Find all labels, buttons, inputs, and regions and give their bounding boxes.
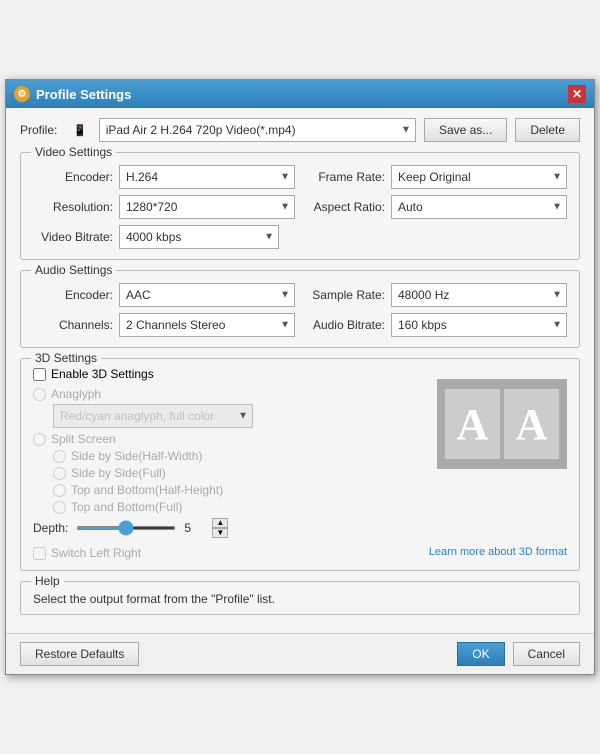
aspect-ratio-select[interactable]: Auto — [391, 195, 567, 219]
cancel-button[interactable]: Cancel — [513, 642, 580, 666]
sample-rate-select[interactable]: 48000 Hz — [391, 283, 567, 307]
side-by-side-half-label: Side by Side(Half-Width) — [71, 449, 202, 463]
sample-rate-row: Sample Rate: 48000 Hz ▼ — [305, 283, 567, 307]
video-bitrate-row: Video Bitrate: 4000 kbps ▼ — [33, 225, 567, 249]
resolution-select-wrap: 1280*720 ▼ — [119, 195, 295, 219]
anaglyph-radio[interactable] — [33, 388, 46, 401]
split-screen-radio[interactable] — [33, 433, 46, 446]
switch-left-right-checkbox[interactable] — [33, 547, 46, 560]
anaglyph-select[interactable]: Red/cyan anaglyph, full color — [53, 404, 253, 428]
frame-rate-select-wrap: Keep Original ▼ — [391, 165, 567, 189]
anaglyph-select-wrap: Red/cyan anaglyph, full color ▼ — [53, 404, 253, 428]
switch-learn-row: Switch Left Right Learn more about 3D fo… — [33, 542, 567, 560]
audio-bitrate-row: Audio Bitrate: 160 kbps ▼ — [305, 313, 567, 337]
audio-encoder-row: Encoder: AAC ▼ — [33, 283, 295, 307]
app-icon: ⚙ — [14, 86, 30, 102]
video-bitrate-label: Video Bitrate: — [33, 230, 113, 244]
depth-spinner: ▲ ▼ — [212, 518, 228, 538]
side-by-side-half-radio[interactable] — [53, 450, 66, 463]
aspect-ratio-label: Aspect Ratio: — [305, 200, 385, 214]
encoder-label: Encoder: — [33, 170, 113, 184]
resolution-label: Resolution: — [33, 200, 113, 214]
main-window: ⚙ Profile Settings ✕ Profile: 📱 iPad Air… — [5, 79, 595, 675]
title-bar-left: ⚙ Profile Settings — [14, 86, 131, 102]
help-title: Help — [31, 574, 64, 588]
aspect-ratio-row: Aspect Ratio: Auto ▼ — [305, 195, 567, 219]
split-screen-label: Split Screen — [51, 432, 116, 446]
audio-bitrate-label: Audio Bitrate: — [305, 318, 385, 332]
3d-settings-section: 3D Settings A A Enable 3D Settings Anagl… — [20, 358, 580, 571]
anaglyph-label: Anaglyph — [51, 387, 101, 401]
learn-more-link[interactable]: Learn more about 3D format — [429, 546, 567, 558]
video-settings-grid: Encoder: H.264 ▼ Frame Rate: Keep Origin… — [33, 165, 567, 219]
audio-bitrate-select[interactable]: 160 kbps — [391, 313, 567, 337]
video-bitrate-select[interactable]: 4000 kbps — [119, 225, 279, 249]
sample-rate-label: Sample Rate: — [305, 288, 385, 302]
3d-preview-box: A A — [437, 379, 567, 469]
enable-3d-checkbox[interactable] — [33, 368, 46, 381]
depth-label: Depth: — [33, 521, 68, 535]
encoder-select[interactable]: H.264 — [119, 165, 295, 189]
side-by-side-full-radio[interactable] — [53, 467, 66, 480]
video-settings-title: Video Settings — [31, 145, 116, 159]
preview-aa-display: A A — [445, 389, 559, 459]
profile-select[interactable]: iPad Air 2 H.264 720p Video(*.mp4) — [99, 118, 416, 142]
audio-encoder-select[interactable]: AAC — [119, 283, 295, 307]
content-area: Profile: 📱 iPad Air 2 H.264 720p Video(*… — [6, 108, 594, 633]
encoder-select-wrap: H.264 ▼ — [119, 165, 295, 189]
3d-settings-title: 3D Settings — [31, 351, 101, 365]
top-bottom-full-label: Top and Bottom(Full) — [71, 500, 182, 514]
resolution-row: Resolution: 1280*720 ▼ — [33, 195, 295, 219]
audio-settings-grid: Encoder: AAC ▼ Sample Rate: 48000 Hz — [33, 283, 567, 337]
frame-rate-label: Frame Rate: — [305, 170, 385, 184]
channels-select-wrap: 2 Channels Stereo ▼ — [119, 313, 295, 337]
preview-letter-left: A — [445, 389, 500, 459]
footer-right-buttons: OK Cancel — [457, 642, 580, 666]
help-section: Help Select the output format from the "… — [20, 581, 580, 615]
audio-encoder-label: Encoder: — [33, 288, 113, 302]
top-bottom-half-label: Top and Bottom(Half-Height) — [71, 483, 223, 497]
encoder-row: Encoder: H.264 ▼ — [33, 165, 295, 189]
audio-settings-section: Audio Settings Encoder: AAC ▼ Sample Rat… — [20, 270, 580, 348]
audio-encoder-select-wrap: AAC ▼ — [119, 283, 295, 307]
video-bitrate-select-wrap: 4000 kbps ▼ — [119, 225, 279, 249]
channels-label: Channels: — [33, 318, 113, 332]
profile-row: Profile: 📱 iPad Air 2 H.264 720p Video(*… — [20, 118, 580, 142]
footer: Restore Defaults OK Cancel — [6, 633, 594, 674]
enable-3d-label: Enable 3D Settings — [51, 367, 154, 381]
delete-button[interactable]: Delete — [515, 118, 580, 142]
frame-rate-row: Frame Rate: Keep Original ▼ — [305, 165, 567, 189]
close-button[interactable]: ✕ — [568, 85, 586, 103]
side-by-side-full-label: Side by Side(Full) — [71, 466, 166, 480]
depth-slider[interactable] — [76, 526, 176, 530]
audio-bitrate-select-wrap: 160 kbps ▼ — [391, 313, 567, 337]
depth-increment-button[interactable]: ▲ — [212, 518, 228, 528]
depth-decrement-button[interactable]: ▼ — [212, 528, 228, 538]
video-settings-section: Video Settings Encoder: H.264 ▼ Frame Ra… — [20, 152, 580, 260]
depth-row: Depth: 5 ▲ ▼ — [33, 518, 567, 538]
top-bottom-full-radio[interactable] — [53, 501, 66, 514]
channels-select[interactable]: 2 Channels Stereo — [119, 313, 295, 337]
resolution-select[interactable]: 1280*720 — [119, 195, 295, 219]
window-title: Profile Settings — [36, 87, 131, 102]
switch-left-right-row: Switch Left Right — [33, 546, 141, 560]
profile-label: Profile: — [20, 123, 65, 137]
audio-settings-title: Audio Settings — [31, 263, 116, 277]
ok-button[interactable]: OK — [457, 642, 504, 666]
split-option-4-row: Top and Bottom(Full) — [53, 500, 567, 514]
split-option-3-row: Top and Bottom(Half-Height) — [53, 483, 567, 497]
switch-left-right-label: Switch Left Right — [51, 546, 141, 560]
restore-defaults-button[interactable]: Restore Defaults — [20, 642, 139, 666]
save-as-button[interactable]: Save as... — [424, 118, 507, 142]
aspect-ratio-select-wrap: Auto ▼ — [391, 195, 567, 219]
title-bar: ⚙ Profile Settings ✕ — [6, 80, 594, 108]
frame-rate-select[interactable]: Keep Original — [391, 165, 567, 189]
help-text: Select the output format from the "Profi… — [33, 592, 567, 606]
channels-row: Channels: 2 Channels Stereo ▼ — [33, 313, 295, 337]
sample-rate-select-wrap: 48000 Hz ▼ — [391, 283, 567, 307]
preview-letter-right: A — [504, 389, 559, 459]
top-bottom-half-radio[interactable] — [53, 484, 66, 497]
profile-select-wrap: iPad Air 2 H.264 720p Video(*.mp4) ▼ — [99, 118, 416, 142]
depth-value: 5 — [184, 521, 204, 535]
